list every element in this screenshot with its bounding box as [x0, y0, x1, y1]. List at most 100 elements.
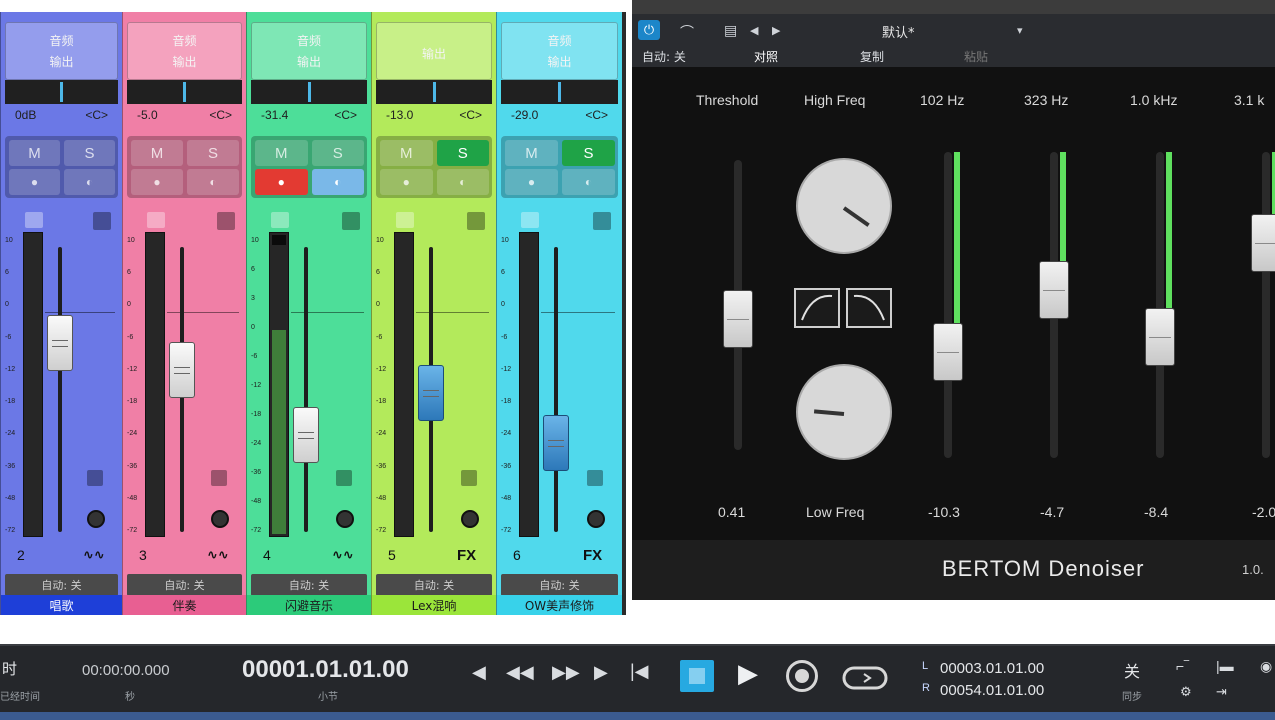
pan-slider[interactable] — [251, 80, 367, 104]
highpass-filter-button[interactable] — [794, 288, 840, 328]
solo-button[interactable]: S — [311, 140, 364, 166]
bar-position-display[interactable]: 00001.01.01.00 — [242, 656, 409, 684]
low-freq-knob[interactable] — [796, 364, 892, 460]
settings-gear-icon[interactable]: ⚙ — [1180, 684, 1192, 700]
pan-slider[interactable] — [127, 80, 242, 104]
send-knob-icon[interactable] — [587, 510, 605, 528]
record-arm-icon[interactable]: ● — [9, 169, 60, 195]
mixer-view-icon[interactable]: ⇥ — [1216, 684, 1227, 700]
record-arm-icon[interactable]: ● — [380, 169, 433, 195]
pan-value[interactable]: <C> — [334, 108, 357, 126]
inserts-icon[interactable] — [461, 470, 477, 486]
solo-button[interactable]: S — [562, 140, 615, 166]
value-label[interactable]: -2.0 — [1252, 504, 1275, 520]
threshold-fader[interactable] — [723, 289, 753, 348]
send-knob-icon[interactable] — [211, 510, 229, 528]
high-freq-knob[interactable] — [796, 158, 892, 254]
io-routing[interactable]: 音频 输出 — [251, 22, 367, 80]
pan-slider[interactable] — [376, 80, 492, 104]
volume-fader[interactable] — [169, 342, 195, 398]
channel-name[interactable]: 伴奏 — [123, 595, 246, 615]
pan-value[interactable]: <C> — [585, 108, 608, 126]
pan-value[interactable]: <C> — [209, 108, 232, 126]
pan-value[interactable]: <C> — [459, 108, 482, 126]
record-arm-icon[interactable]: ● — [505, 169, 558, 195]
loop-end-display[interactable]: 00054.01.01.00 — [940, 682, 1044, 699]
io-routing[interactable]: 音频 输出 — [127, 22, 242, 80]
volume-value[interactable]: -5.0 — [137, 108, 158, 126]
value-label[interactable]: 0.41 — [718, 504, 745, 520]
channel-name[interactable]: OW美声修饰 — [497, 595, 622, 615]
volume-fader[interactable] — [418, 364, 444, 421]
monitor-icon[interactable]: ◐ — [311, 169, 364, 195]
loop-start-display[interactable]: 00003.01.01.00 — [940, 660, 1044, 677]
inserts-icon[interactable] — [87, 470, 103, 486]
routing-icon[interactable]: ⌒ — [680, 22, 694, 42]
pan-slider[interactable] — [501, 80, 618, 104]
go-to-start-icon[interactable]: |◀ — [630, 661, 649, 682]
audio-waveform-icon[interactable]: ∿∿ — [207, 547, 229, 563]
list-icon[interactable] — [217, 212, 235, 230]
preset-menu-icon[interactable]: ▤ — [724, 22, 737, 39]
record-arm-icon[interactable]: ● — [131, 169, 183, 195]
volume-value[interactable]: -29.0 — [511, 108, 538, 126]
channel-automation-toggle[interactable]: 自动: 关 — [127, 574, 242, 596]
channel-name[interactable]: 唱歌 — [1, 595, 122, 615]
channel-automation-toggle[interactable]: 自动: 关 — [251, 574, 367, 596]
list-icon[interactable] — [93, 212, 111, 230]
record-icon[interactable] — [786, 660, 818, 692]
volume-fader[interactable] — [47, 314, 73, 371]
automation-toggle[interactable]: 自动: 关 — [642, 48, 686, 65]
send-knob-icon[interactable] — [461, 510, 479, 528]
volume-value[interactable]: -13.0 — [386, 108, 413, 126]
tempo-icon[interactable]: |▬ — [1216, 658, 1234, 674]
audio-waveform-icon[interactable]: ∿∿ — [83, 547, 105, 563]
io-routing[interactable]: 音频 输出 — [501, 22, 618, 80]
inserts-icon[interactable] — [336, 470, 352, 486]
next-preset-icon[interactable]: ▶ — [772, 24, 780, 37]
list-icon[interactable] — [593, 212, 611, 230]
rewind-start-icon[interactable]: ◀ — [472, 662, 486, 683]
paste-button[interactable]: 粘贴 — [964, 48, 988, 65]
mute-button[interactable]: M — [255, 140, 308, 166]
fx-channel-icon[interactable]: FX — [457, 547, 476, 564]
preset-name[interactable]: 默认* — [882, 22, 915, 41]
pan-value[interactable]: <C> — [85, 108, 108, 126]
value-label[interactable]: -8.4 — [1144, 504, 1168, 520]
send-knob-icon[interactable] — [336, 510, 354, 528]
meter-clip-indicator[interactable] — [25, 212, 43, 228]
play-icon[interactable]: ▶ — [738, 658, 758, 689]
fast-forward-icon[interactable]: ▶▶ — [552, 662, 580, 683]
loop-toggle-button[interactable] — [680, 660, 714, 692]
mute-button[interactable]: M — [380, 140, 433, 166]
lowpass-filter-button[interactable] — [846, 288, 892, 328]
seconds-display[interactable]: 00:00:00.000 — [82, 662, 170, 679]
inserts-icon[interactable] — [211, 470, 227, 486]
power-icon[interactable]: ⏻ — [638, 20, 660, 40]
meter-clip-indicator[interactable] — [396, 212, 414, 228]
forward-icon[interactable]: ▶ — [594, 662, 608, 683]
list-icon[interactable] — [342, 212, 360, 230]
meter-clip-indicator[interactable] — [521, 212, 539, 228]
value-label[interactable]: -10.3 — [928, 504, 960, 520]
metronome-icon[interactable]: ⌐‾ — [1176, 658, 1189, 674]
send-knob-icon[interactable] — [87, 510, 105, 528]
solo-button[interactable]: S — [64, 140, 115, 166]
solo-button[interactable]: S — [436, 140, 489, 166]
band-fader[interactable] — [933, 323, 963, 382]
mute-button[interactable]: M — [131, 140, 183, 166]
prev-preset-icon[interactable]: ◀ — [750, 24, 758, 37]
channel-name[interactable]: Lex混响 — [372, 595, 496, 615]
sync-toggle[interactable]: 关 — [1124, 658, 1140, 682]
meter-clip-indicator[interactable] — [147, 212, 165, 228]
io-routing[interactable]: 输出 — [376, 22, 492, 80]
band-fader[interactable] — [1039, 261, 1069, 320]
monitor-icon[interactable]: ◐ — [187, 169, 239, 195]
volume-value[interactable]: 0dB — [15, 108, 36, 126]
copy-button[interactable]: 复制 — [860, 48, 884, 65]
compare-button[interactable]: 对照 — [754, 48, 778, 65]
audio-waveform-icon[interactable]: ∿∿ — [332, 547, 354, 563]
mute-button[interactable]: M — [9, 140, 60, 166]
monitor-icon[interactable]: ◐ — [64, 169, 115, 195]
volume-fader[interactable] — [293, 407, 319, 463]
